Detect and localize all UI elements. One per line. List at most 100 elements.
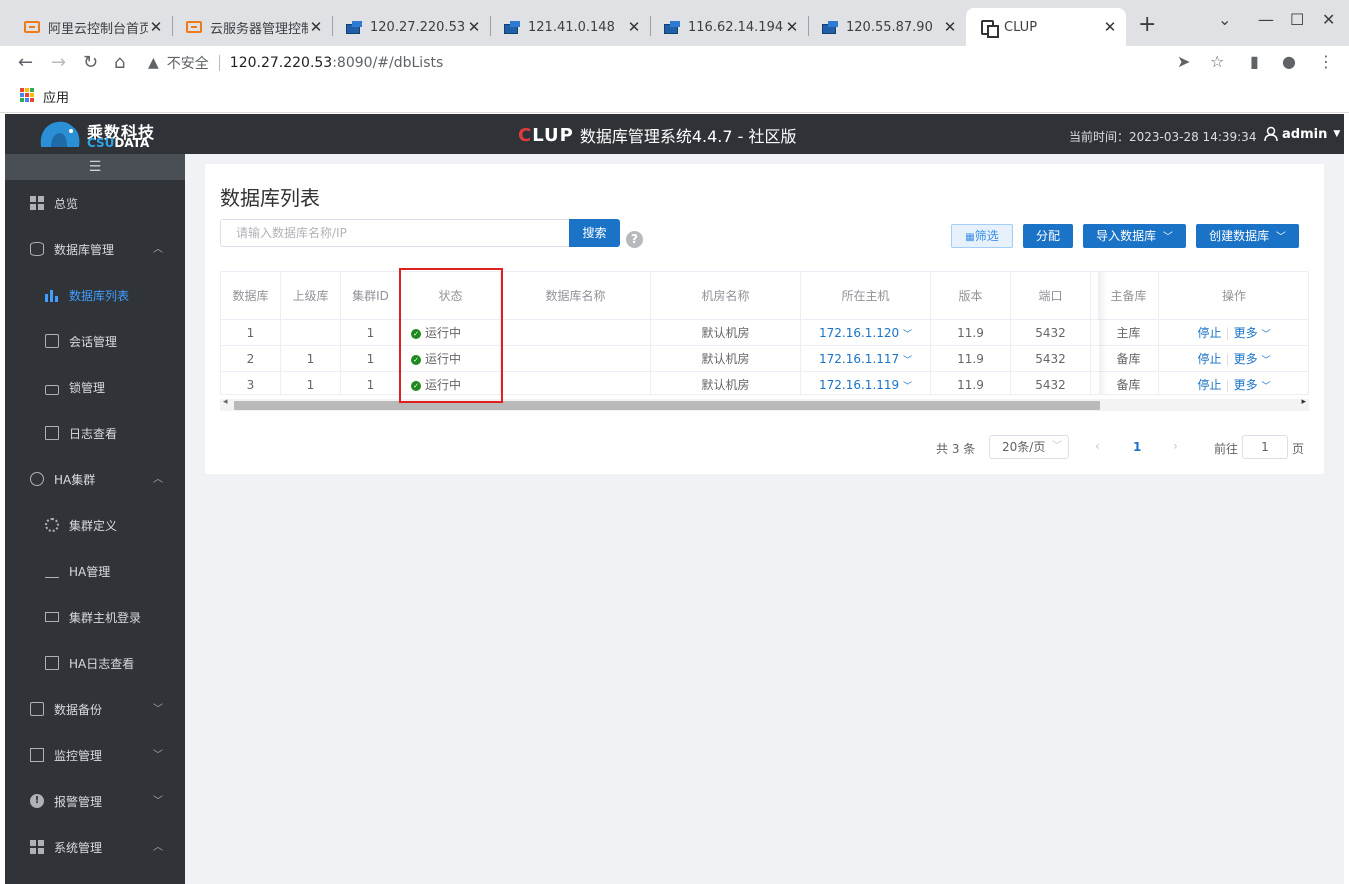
- column-header: 版本: [931, 272, 1011, 320]
- apps-icon[interactable]: [20, 88, 34, 102]
- table-horizontal-scrollbar[interactable]: ◂ ▸: [220, 397, 1309, 411]
- browser-tab-bar: 阿里云控制台首页 ✕ 云服务器管理控制台 ✕ 120.27.220.53 ✕ 1…: [0, 0, 1349, 46]
- sidebar-item-ha-cluster[interactable]: HA集群 ︿: [5, 456, 185, 502]
- user-menu[interactable]: admin ▼: [1263, 126, 1340, 142]
- sidebar-item-system[interactable]: 系统管理 ︿: [5, 824, 185, 870]
- tab-search-icon[interactable]: ⌄: [1218, 10, 1231, 29]
- column-header: 操作: [1221, 289, 1246, 303]
- minimize-icon[interactable]: —: [1258, 10, 1274, 29]
- sidebar-item-overview[interactable]: 总览: [5, 180, 185, 226]
- close-icon[interactable]: ✕: [466, 18, 482, 36]
- next-page-icon[interactable]: ›: [1173, 439, 1178, 453]
- backup-icon: [30, 702, 44, 716]
- new-tab-button[interactable]: +: [1138, 12, 1156, 37]
- gear-icon: [45, 518, 59, 532]
- browser-tab-aliyun-console[interactable]: 阿里云控制台首页 ✕: [10, 8, 172, 46]
- search-button[interactable]: 搜索: [569, 219, 620, 247]
- forward-icon[interactable]: →: [51, 52, 66, 73]
- browser-tab-rd-3[interactable]: 116.62.14.194 ✕: [650, 8, 808, 46]
- star-icon[interactable]: ☆: [1210, 52, 1224, 71]
- sidebar-collapse-icon[interactable]: ☰: [5, 154, 185, 180]
- bookmarks-bar: 应用: [0, 80, 1349, 113]
- page-size-select[interactable]: 20条/页 ﹀: [989, 435, 1069, 459]
- help-icon[interactable]: ?: [626, 231, 643, 248]
- caret-down-icon: ▼: [1333, 129, 1341, 139]
- sidebar-item-host-login[interactable]: 集群主机登录: [5, 594, 185, 640]
- sidebar-item-ha-logs[interactable]: HA日志查看: [5, 640, 185, 686]
- sidebar-item-logs[interactable]: 日志查看: [5, 410, 185, 456]
- goto-page-input[interactable]: 1: [1242, 435, 1288, 459]
- chevron-down-icon: ﹀: [902, 330, 912, 340]
- column-header: 上级库: [281, 272, 341, 320]
- reload-icon[interactable]: ↻: [83, 52, 98, 73]
- stop-button[interactable]: 停止: [1198, 326, 1222, 340]
- prev-page-icon[interactable]: ‹: [1095, 439, 1100, 453]
- total-count: 共 3 条: [936, 442, 976, 456]
- chevron-up-icon: ︿: [153, 474, 163, 485]
- assign-button[interactable]: 分配: [1023, 224, 1073, 248]
- close-icon[interactable]: ✕: [1102, 18, 1118, 36]
- stop-button[interactable]: 停止: [1198, 378, 1222, 392]
- sidebar-item-ha-manage[interactable]: HA管理: [5, 548, 185, 594]
- tree-icon: [45, 564, 59, 578]
- sidebar-item-db-management[interactable]: 数据库管理 ︿: [5, 226, 185, 272]
- page-number-current[interactable]: 1: [1133, 440, 1141, 454]
- elephant-logo-icon: [40, 121, 80, 147]
- sidebar-item-backup[interactable]: 数据备份 ﹀: [5, 686, 185, 732]
- import-db-button[interactable]: 导入数据库 ﹀: [1083, 224, 1186, 248]
- browser-tab-clup[interactable]: CLUP ✕: [966, 8, 1126, 46]
- sidebar-item-alerts[interactable]: ! 报警管理 ﹀: [5, 778, 185, 824]
- chevron-down-icon: ﹀: [153, 796, 163, 807]
- scroll-left-icon[interactable]: ◂: [223, 397, 228, 407]
- chevron-down-icon: ﹀: [1261, 356, 1271, 366]
- host-dropdown[interactable]: 172.16.1.117 ﹀: [801, 346, 931, 372]
- sidebar-item-locks[interactable]: 锁管理: [5, 364, 185, 410]
- profile-icon[interactable]: ●: [1282, 52, 1296, 71]
- chevron-up-icon: ︿: [153, 244, 163, 255]
- search-input[interactable]: 请输入数据库名称/IP: [220, 219, 570, 247]
- host-dropdown[interactable]: 172.16.1.119 ﹀: [801, 372, 931, 394]
- stop-button[interactable]: 停止: [1198, 352, 1222, 366]
- scrollbar-thumb[interactable]: [234, 401, 1100, 410]
- maximize-icon[interactable]: ☐: [1290, 10, 1304, 29]
- chevron-down-icon: ﹀: [153, 704, 163, 715]
- scroll-right-icon[interactable]: ▸: [1301, 397, 1306, 407]
- window-close-icon[interactable]: ✕: [1322, 10, 1335, 29]
- send-icon[interactable]: ➤: [1177, 52, 1190, 71]
- back-icon[interactable]: ←: [18, 52, 33, 73]
- sidebar-item-cluster-def[interactable]: 集群定义: [5, 502, 185, 548]
- menu-icon[interactable]: ⋮: [1318, 52, 1334, 71]
- browser-tab-rd-4[interactable]: 120.55.87.90 ✕: [808, 8, 966, 46]
- browser-tab-rd-1[interactable]: 120.27.220.53 ✕: [332, 8, 490, 46]
- chevron-down-icon: ﹀: [1261, 382, 1271, 392]
- warning-icon[interactable]: ▲: [148, 55, 159, 71]
- more-dropdown[interactable]: 更多: [1234, 326, 1258, 340]
- sidebar-item-monitor[interactable]: 监控管理 ﹀: [5, 732, 185, 778]
- close-icon[interactable]: ✕: [626, 18, 642, 36]
- browser-tab-ecs-console[interactable]: 云服务器管理控制台 ✕: [172, 8, 332, 46]
- url-field[interactable]: ▲ 不安全 120.27.220.53 :8090/#/dbLists: [148, 52, 443, 74]
- current-time: 当前时间：2023-03-28 14:39:34: [1069, 130, 1257, 144]
- apps-bookmark[interactable]: 应用: [43, 87, 69, 106]
- clup-brand: CLUP: [518, 124, 574, 146]
- sidebar-item-db-list[interactable]: 数据库列表: [5, 272, 185, 318]
- browser-tab-rd-2[interactable]: 121.41.0.148 ✕: [490, 8, 650, 46]
- more-dropdown[interactable]: 更多: [1234, 352, 1258, 366]
- close-icon[interactable]: ✕: [784, 18, 800, 36]
- chevron-down-icon: ﹀: [1052, 441, 1062, 452]
- close-icon[interactable]: ✕: [148, 18, 164, 36]
- create-db-button[interactable]: 创建数据库 ﹀: [1196, 224, 1299, 248]
- close-icon[interactable]: ✕: [308, 18, 324, 36]
- grid-icon: [30, 196, 44, 210]
- table-row: 3 1 1 ✓ 运行中 默认机房 172.16.1.119 ﹀ 11.9 5432…: [221, 372, 1308, 394]
- close-icon[interactable]: ✕: [942, 18, 958, 36]
- filter-button[interactable]: ▦筛选: [951, 224, 1013, 248]
- host-dropdown[interactable]: 172.16.1.120 ﹀: [801, 320, 931, 346]
- more-dropdown[interactable]: 更多: [1234, 378, 1258, 392]
- sidepanel-icon[interactable]: ▮: [1250, 52, 1259, 71]
- home-icon[interactable]: ⌂: [114, 52, 125, 73]
- chevron-down-icon: ﹀: [1261, 330, 1271, 340]
- sidebar-item-sessions[interactable]: 会话管理: [5, 318, 185, 364]
- document-icon: [45, 656, 59, 670]
- database-icon: [30, 242, 44, 256]
